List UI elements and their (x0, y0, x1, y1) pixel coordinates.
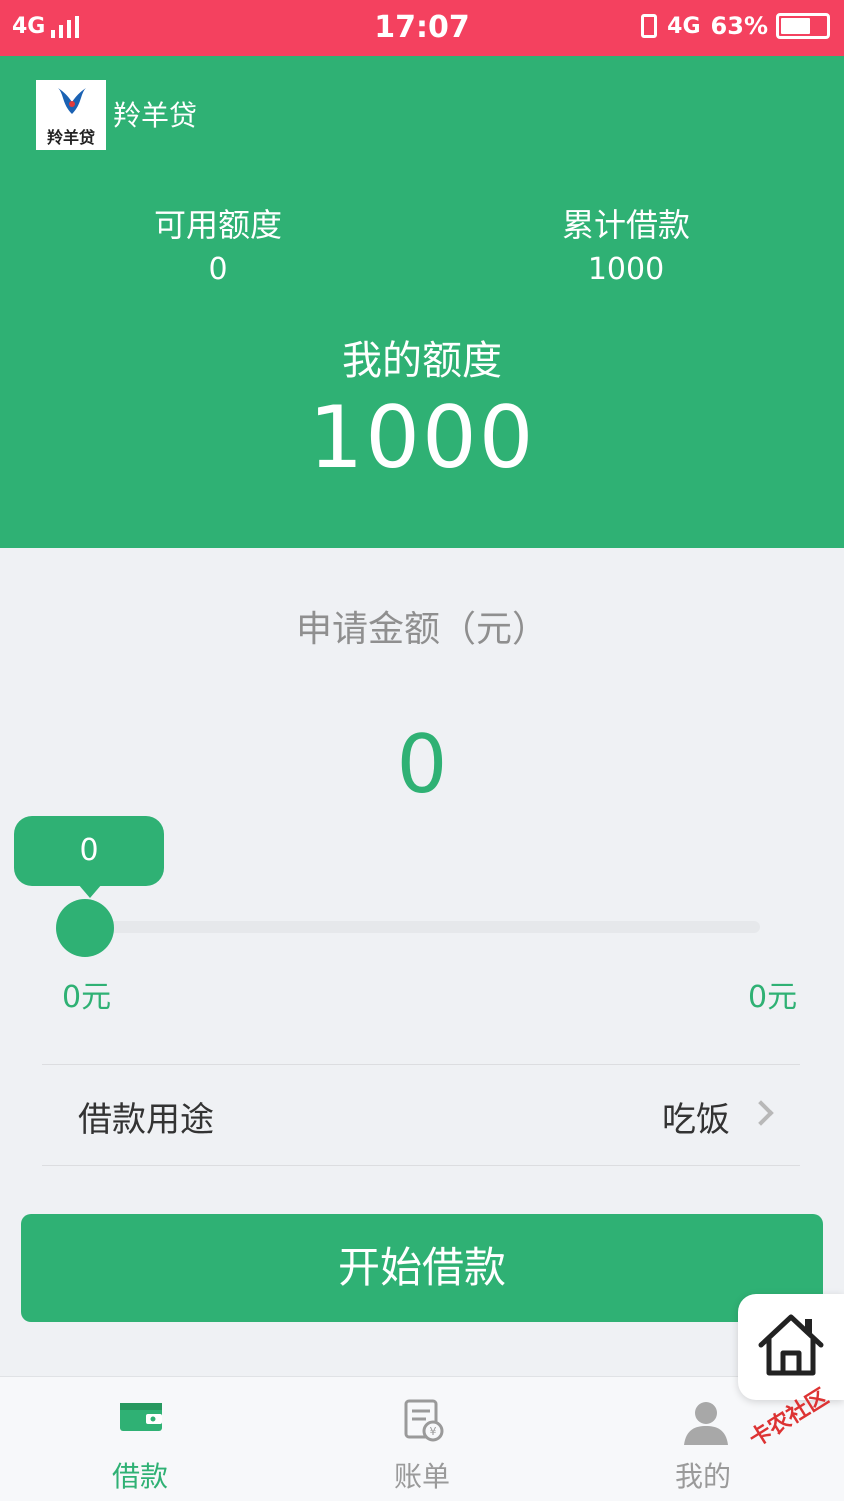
chevron-right-icon (748, 1100, 774, 1126)
purpose-label: 借款用途 (78, 1100, 214, 1140)
nav-item-loan[interactable]: 借款 (40, 1377, 240, 1501)
my-quota-value: 1000 (308, 388, 536, 488)
bottom-nav: 借款 ¥ 账单 我的 (0, 1376, 844, 1501)
divider-top (42, 1064, 800, 1065)
app-logo: 羚羊贷 (36, 80, 106, 150)
nav-item-bill[interactable]: ¥ 账单 (322, 1377, 522, 1501)
status-bar: 4G 17:07 4G 63% (0, 0, 844, 56)
purpose-value: 吃饭 (662, 1100, 730, 1140)
status-right: 4G 63% (641, 12, 830, 40)
network-type-right: 4G (667, 13, 701, 39)
available-label: 可用额度 (153, 206, 282, 244)
slider-max-label: 0元 (748, 980, 798, 1015)
header-panel: 羚羊贷 羚羊贷 可用额度 0 累计借款 1000 我的额度 1000 (0, 56, 844, 548)
total-borrowed: 累计借款 1000 (496, 200, 756, 287)
nav-label-bill: 账单 (393, 1460, 450, 1493)
svg-text:¥: ¥ (430, 1425, 437, 1438)
apply-amount-label: 申请金额（元） (295, 609, 548, 650)
home-float-button[interactable] (738, 1294, 844, 1400)
antelope-logo-icon (58, 88, 86, 114)
divider-bottom (42, 1165, 800, 1166)
start-loan-button[interactable]: 开始借款 (21, 1214, 823, 1322)
amount-slider-thumb[interactable] (56, 899, 114, 957)
amount-slider-track[interactable] (84, 921, 760, 933)
slider-bubble-tail (78, 884, 102, 898)
loan-purpose-row[interactable]: 借款用途 吃饭 (0, 1066, 844, 1166)
available-quota: 可用额度 0 (88, 200, 348, 287)
battery-percent: 63% (710, 12, 768, 40)
nav-label-mine: 我的 (674, 1460, 731, 1493)
total-label: 累计借款 (561, 206, 690, 244)
slider-min-label: 0元 (62, 980, 112, 1015)
logo-text: 羚羊贷 (46, 128, 95, 147)
app-name: 羚羊贷 (113, 99, 198, 132)
vibrate-icon (641, 14, 658, 38)
apply-amount-value: 0 (396, 718, 448, 811)
bill-icon: ¥ (404, 1399, 444, 1442)
wallet-icon (120, 1403, 162, 1431)
slider-value-bubble: 0 (14, 816, 164, 886)
person-icon (684, 1402, 728, 1445)
home-icon (758, 1314, 824, 1376)
available-value: 0 (208, 252, 228, 287)
nav-label-loan: 借款 (111, 1460, 168, 1493)
my-quota-label: 我的额度 (342, 338, 502, 384)
total-value: 1000 (587, 252, 665, 287)
battery-icon (776, 13, 830, 39)
